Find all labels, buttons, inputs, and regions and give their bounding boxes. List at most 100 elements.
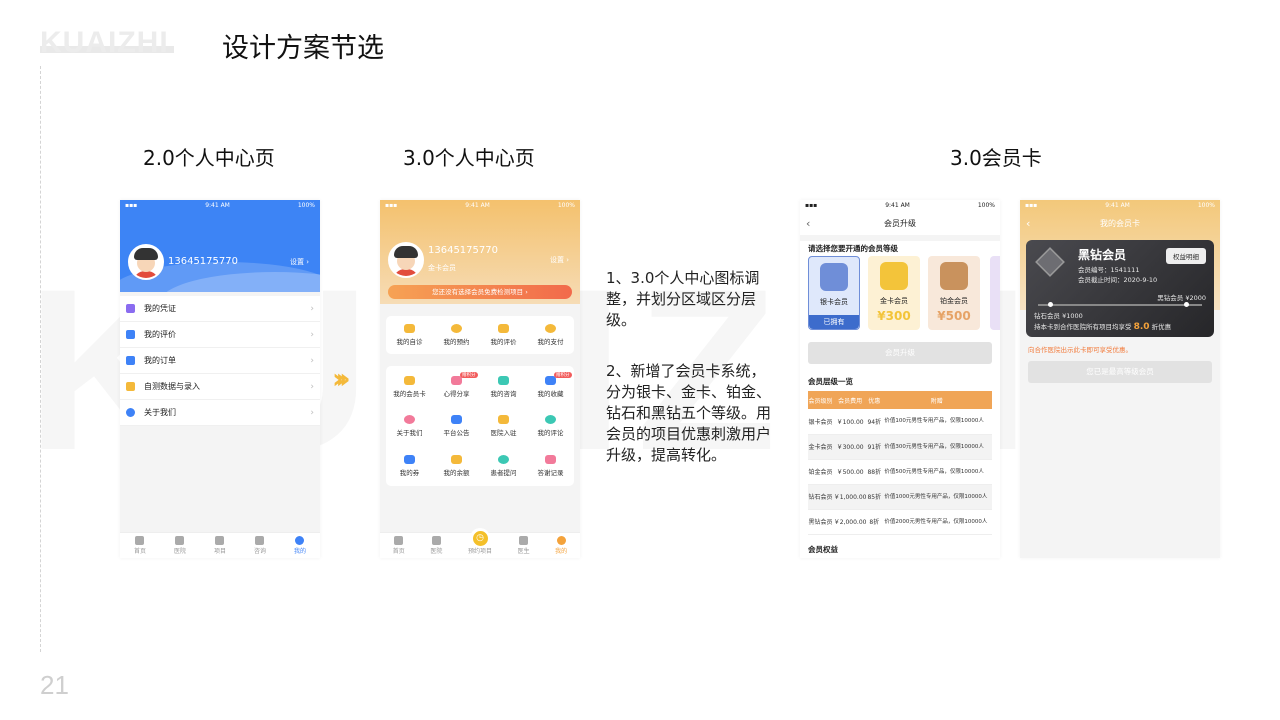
card-icon [404,376,415,385]
grid-item[interactable]: 我的余额 [433,447,480,477]
grid-item[interactable]: 医院入驻 [480,407,527,437]
tier-card-platinum[interactable]: 铂金会员 ¥500 [928,256,980,330]
grid-item[interactable]: 关于我们 [386,407,433,437]
grid-item[interactable]: 答谢记录 [527,447,574,477]
grid-item[interactable]: 平台公告 [433,407,480,437]
cell: 价值500元男性专用产品，仅限10000人 [881,459,992,485]
highest-level-button[interactable]: 您已是最高等级会员 [1028,361,1212,383]
phone-number: 13645175770 [428,245,498,256]
tab-projects[interactable]: 项目 [214,536,226,555]
status-bar: ▪▪▪ 9:41 AM 100% [1020,200,1220,212]
grid-item[interactable]: 我的评价 [480,316,527,346]
card-level: 黑钻会员 [1078,248,1127,262]
grid-item[interactable]: 我的会员卡 [386,368,433,398]
tier-card-peek [990,256,1000,330]
grid-item-label: 我的会员卡 [393,390,426,398]
status-battery: 100% [297,202,315,209]
grid-item-label: 我的自诊 [396,338,423,346]
settings-label: 设置 [290,258,304,266]
menu-item[interactable]: 我的评价 › [120,322,320,348]
nav-bar: ‹ 会员升级 [800,212,1000,234]
chevron-right-icon: › [306,258,310,266]
discount-value: 8.0 [1133,322,1150,332]
member-number: 会员编号：1541111 [1078,266,1140,274]
grid-item[interactable]: 我的支付 [527,316,574,346]
menu-item-label: 自测数据与录入 [144,382,200,391]
ticket-icon [404,454,415,464]
table-header: 会员级别 [808,391,834,409]
silver-shield-icon [820,263,848,291]
grid-item[interactable]: 患者提问 [480,447,527,477]
menu-item[interactable]: 我的订单 › [120,348,320,374]
grid-item-label: 医院入驻 [490,429,517,438]
grid-item[interactable]: 赠积分 心得分享 [433,368,480,398]
upgrade-button[interactable]: 会员升级 [808,342,992,364]
cell: 85折 [867,484,882,510]
tab-mine[interactable]: 我的 [294,536,306,555]
tab-label: 项目 [213,548,226,555]
tier-card-silver[interactable]: 银卡会员 已拥有 [808,256,860,330]
benefit-details-button[interactable]: 权益明细 [1166,248,1206,264]
tier-table: 会员级别 会员费用 优惠 附赠 银卡会员 ￥100.00 94折 价值100元男性专用… [808,391,992,535]
booking-fab[interactable]: ◷ [470,528,490,548]
settings-label: 设置 [550,256,564,264]
grid-item[interactable]: 赠积分 我的收藏 [527,368,574,398]
grid-item[interactable]: 我的自诊 [386,316,433,346]
member-expiry: 会员截止时间：2020-9-10 [1078,276,1158,284]
tab-mine[interactable]: 我的 [555,536,567,555]
phone-number: 13645175770 [168,256,238,267]
table-row: 银卡会员 ￥100.00 94折 价值100元男性专用产品，仅限10000人 [808,409,992,435]
self-diagnosis-icon [404,324,415,333]
cell: 91折 [867,434,882,460]
badge: 赠积分 [460,372,478,378]
description-point-1: 1、3.0个人中心图标调整，并划分区域区分层级。 [606,269,760,329]
grid-item-label: 答谢记录 [537,468,564,477]
back-icon[interactable]: ‹ [806,217,810,230]
tab-label: 咨询 [253,548,266,555]
grid-item[interactable]: 我的券 [386,447,433,477]
tab-consult[interactable]: 咨询 [254,536,266,555]
cell: 黑钻会员 [808,509,834,535]
settings-link[interactable]: 设置 › [290,257,309,267]
tier-selector: 银卡会员 已拥有 金卡会员 ¥300 铂金会员 ¥500 [808,256,980,330]
home-icon [135,536,145,545]
grid-item[interactable]: 我的评论 [527,407,574,437]
grid-item-label: 我的咨询 [490,390,517,398]
user-icon [556,536,566,545]
cell: ￥1,000.00 [833,484,868,510]
grid-item[interactable]: 我的预约 [433,316,480,346]
status-bar: ▪▪▪ 9:41 AM 100% [800,200,1000,212]
person-icon [404,415,415,425]
signal-icon: ▪▪▪ [385,202,398,209]
voucher-icon [126,304,135,313]
chart-icon [126,382,135,391]
cell: 价值100元男性专用产品，仅限10000人 [881,409,992,435]
cell: 钻石会员 [808,484,834,510]
tab-hospital[interactable]: 医院 [430,536,442,555]
services-grid: 我的会员卡 赠积分 心得分享 我的咨询 赠积分 我的收藏 关于我们 平台公告 医院入… [386,366,574,486]
menu-item[interactable]: 自测数据与录入 › [120,374,320,400]
tab-hospital[interactable]: 医院 [174,536,186,555]
tab-doctor[interactable]: 医生 [518,536,530,555]
status-battery: 100% [977,202,995,209]
tier-card-gold[interactable]: 金卡会员 ¥300 [868,256,920,330]
cell: ￥500.00 [833,459,868,485]
grid-item[interactable]: 我的咨询 [480,368,527,398]
cell: 铂金会员 [808,459,834,485]
tab-home[interactable]: 首页 [134,536,146,555]
cell: 银卡会员 [808,409,834,435]
menu-item[interactable]: 我的凭证 › [120,296,320,322]
megaphone-icon [451,415,462,425]
avatar[interactable] [128,244,164,280]
tab-home[interactable]: 首页 [393,536,405,555]
usage-note: 向合作医院出示此卡即可享受优惠。 [1028,346,1132,354]
user-icon [295,536,305,545]
chevron-right-icon: › [310,303,314,314]
settings-link[interactable]: 设置 › [550,255,569,265]
free-check-banner[interactable]: 您还没有选择会员免费检测项目 › [388,285,572,299]
back-icon[interactable]: ‹ [1026,217,1030,230]
status-bar: ▪▪▪ 9:41 AM 100% [120,200,320,212]
avatar[interactable] [388,242,424,278]
menu-item[interactable]: 关于我们 › [120,400,320,426]
phone-my-member-card: ▪▪▪ 9:41 AM 100% ‹ 我的会员卡 黑钻会员 权益明细 会员编号：154… [1020,200,1220,558]
